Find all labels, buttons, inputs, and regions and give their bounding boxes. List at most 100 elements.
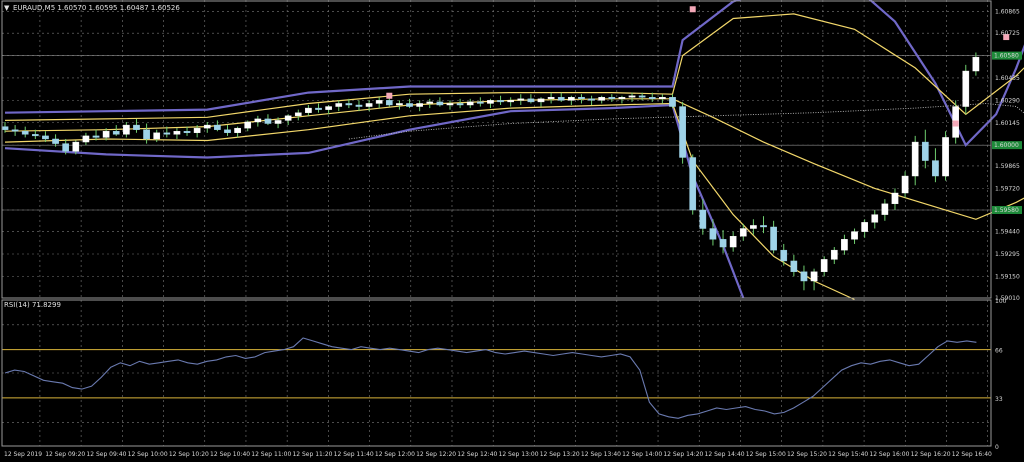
candle-bullish xyxy=(628,95,636,98)
price-tick-label: 1.59440 xyxy=(995,229,1020,236)
candle-bullish xyxy=(841,239,848,251)
time-tick-label: 12 Sep 14:20 xyxy=(663,451,703,458)
time-tick-label: 12 Sep 13:40 xyxy=(581,451,621,458)
candle-bearish xyxy=(689,157,697,211)
candle-bullish xyxy=(274,120,282,124)
candle-bullish xyxy=(234,127,241,133)
signal-marker xyxy=(952,120,959,127)
price-tick-label: 1.59720 xyxy=(995,185,1020,192)
candle-bearish xyxy=(143,129,150,140)
chart-window[interactable]: 1.60865 1.60725 1.60580 1.60435 1.60290 1.601… xyxy=(0,0,1024,462)
time-tick-label: 12 Sep 16:00 xyxy=(869,451,909,458)
candle-bearish xyxy=(760,225,767,228)
candle-bearish xyxy=(921,141,929,161)
candle-bearish xyxy=(183,131,191,133)
band-outer-upper xyxy=(4,0,1024,147)
candle-bearish xyxy=(578,97,585,100)
candle-bearish xyxy=(355,104,363,107)
candle-bullish xyxy=(618,97,626,100)
candle-bullish xyxy=(861,222,868,232)
price-tick-label: 1.59865 xyxy=(995,163,1020,170)
candle-bearish xyxy=(679,106,686,158)
candle-bearish xyxy=(557,97,565,101)
time-tick-label: 12 Sep 12:20 xyxy=(416,451,456,458)
time-axis: 12 Sep 2019 12 Sep 09:20 12 Sep 09:40 12 Se… xyxy=(4,451,992,458)
candle-bearish xyxy=(709,228,717,240)
symbol-header: EURAUD,M5 1.60570 1.60595 1.60487 1.6052… xyxy=(13,4,180,12)
candle-bullish xyxy=(325,106,332,110)
candle-bearish xyxy=(264,118,272,124)
candle-bearish xyxy=(800,271,808,282)
candle-bullish xyxy=(962,70,970,107)
candle-bullish xyxy=(972,56,980,72)
candle-bullish xyxy=(82,135,90,143)
candle-bearish xyxy=(699,209,707,229)
candle-bullish xyxy=(598,97,606,101)
candle-bullish xyxy=(153,132,161,140)
candle-bullish xyxy=(750,225,757,229)
candle-bullish xyxy=(294,112,302,117)
time-tick-label: 12 Sep 13:20 xyxy=(540,451,580,458)
candle-bearish xyxy=(648,97,656,100)
price-tick-label: 1.60290 xyxy=(995,97,1020,104)
candle-bearish xyxy=(456,103,464,106)
candle-bullish xyxy=(365,103,373,107)
bollinger-bands xyxy=(4,0,1024,301)
time-tick-label: 12 Sep 09:40 xyxy=(86,451,126,458)
rsi-axis: 100 66 33 0 xyxy=(995,298,1007,451)
rsi-tick-label: 100 xyxy=(995,298,1007,305)
candle-bearish xyxy=(32,134,39,137)
candle-bullish xyxy=(659,97,666,100)
time-tick-label: 12 Sep 09:20 xyxy=(45,451,85,458)
main-pane-frame xyxy=(1,0,992,299)
candle-bullish xyxy=(851,231,858,240)
time-tick-label: 12 Sep 14:40 xyxy=(705,451,745,458)
candle-bearish xyxy=(770,226,777,251)
candle-bearish xyxy=(932,160,939,177)
candle-bullish xyxy=(375,100,383,104)
collapse-arrow-icon[interactable]: ▼ xyxy=(4,4,10,12)
time-tick-label: 12 Sep 14:00 xyxy=(622,451,662,458)
signal-marker xyxy=(689,6,696,13)
candle-bullish xyxy=(871,214,879,223)
price-chart[interactable]: 1.60865 1.60725 1.60580 1.60435 1.60290 1.601… xyxy=(0,0,1024,462)
time-tick-label: 12 Sep 16:20 xyxy=(911,451,951,458)
candle-bullish xyxy=(173,131,181,135)
candle-bearish xyxy=(588,98,595,101)
rsi-header: RSI(14) 71.8299 xyxy=(4,301,61,309)
candle-bullish xyxy=(881,203,889,215)
candle-bearish xyxy=(385,100,393,106)
candle-bullish xyxy=(810,271,818,282)
time-tick-label: 12 Sep 15:40 xyxy=(828,451,868,458)
candle-bullish xyxy=(517,98,525,101)
candle-bullish xyxy=(254,118,262,123)
price-tick-label: 1.60145 xyxy=(995,120,1020,127)
candle-bearish xyxy=(42,135,49,140)
time-tick-label: 12 Sep 10:20 xyxy=(169,451,209,458)
candle-bearish xyxy=(790,260,798,272)
time-tick-label: 12 Sep 11:20 xyxy=(292,451,332,458)
candle-bearish xyxy=(92,135,100,138)
price-level-label: 1.59580 xyxy=(994,207,1019,214)
candle-bearish xyxy=(669,97,676,107)
candle-bearish xyxy=(527,98,535,103)
candle-bearish xyxy=(112,131,120,135)
candle-bearish xyxy=(163,132,171,135)
band-middle xyxy=(4,98,1024,220)
candle-bullish xyxy=(244,121,252,129)
time-tick-label: 12 Sep 15:00 xyxy=(746,451,786,458)
candle-bullish xyxy=(739,228,747,237)
price-level-label: 1.60580 xyxy=(994,53,1019,60)
candle-bullish xyxy=(547,97,555,100)
band-inner-lower xyxy=(4,102,855,301)
candle-bearish xyxy=(21,131,29,135)
candle-bullish xyxy=(911,141,919,177)
candle-bullish xyxy=(193,127,201,133)
candle-bullish xyxy=(72,141,80,152)
candle-bearish xyxy=(497,100,504,103)
candle-bearish xyxy=(638,95,646,98)
time-tick-label: 12 Sep 15:20 xyxy=(787,451,827,458)
candle-bullish xyxy=(568,97,575,101)
price-tick-label: 1.60865 xyxy=(995,9,1020,16)
time-tick-label: 12 Sep 12:40 xyxy=(457,451,497,458)
